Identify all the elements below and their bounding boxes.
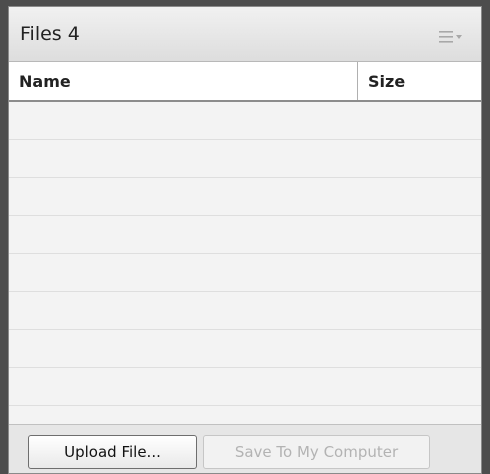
pod-footer: Upload File... Save To My Computer: [9, 424, 481, 473]
empty-row: [9, 178, 481, 216]
pod-menu-icon[interactable]: [439, 29, 465, 43]
pod-title: Files 4: [20, 23, 80, 45]
column-header-name[interactable]: Name: [9, 62, 358, 100]
empty-row: [9, 330, 481, 368]
save-to-computer-button[interactable]: Save To My Computer: [203, 435, 430, 469]
column-header-size-label: Size: [368, 72, 406, 91]
files-panel-frame: Files 4 Name Size Upload File... Save To…: [0, 0, 490, 474]
pod-title-bar: Files 4: [9, 7, 481, 62]
upload-file-button[interactable]: Upload File...: [28, 435, 197, 469]
empty-row: [9, 140, 481, 178]
empty-row: [9, 254, 481, 292]
empty-row: [9, 368, 481, 406]
table-header: Name Size: [9, 62, 481, 102]
hamburger-menu-icon: [439, 31, 462, 43]
file-list[interactable]: [9, 102, 481, 424]
column-header-size[interactable]: Size: [358, 62, 481, 100]
empty-row: [9, 216, 481, 254]
empty-row: [9, 292, 481, 330]
files-pod: Files 4 Name Size Upload File... Save To…: [8, 6, 482, 474]
empty-row: [9, 102, 481, 140]
column-header-name-label: Name: [19, 72, 71, 91]
